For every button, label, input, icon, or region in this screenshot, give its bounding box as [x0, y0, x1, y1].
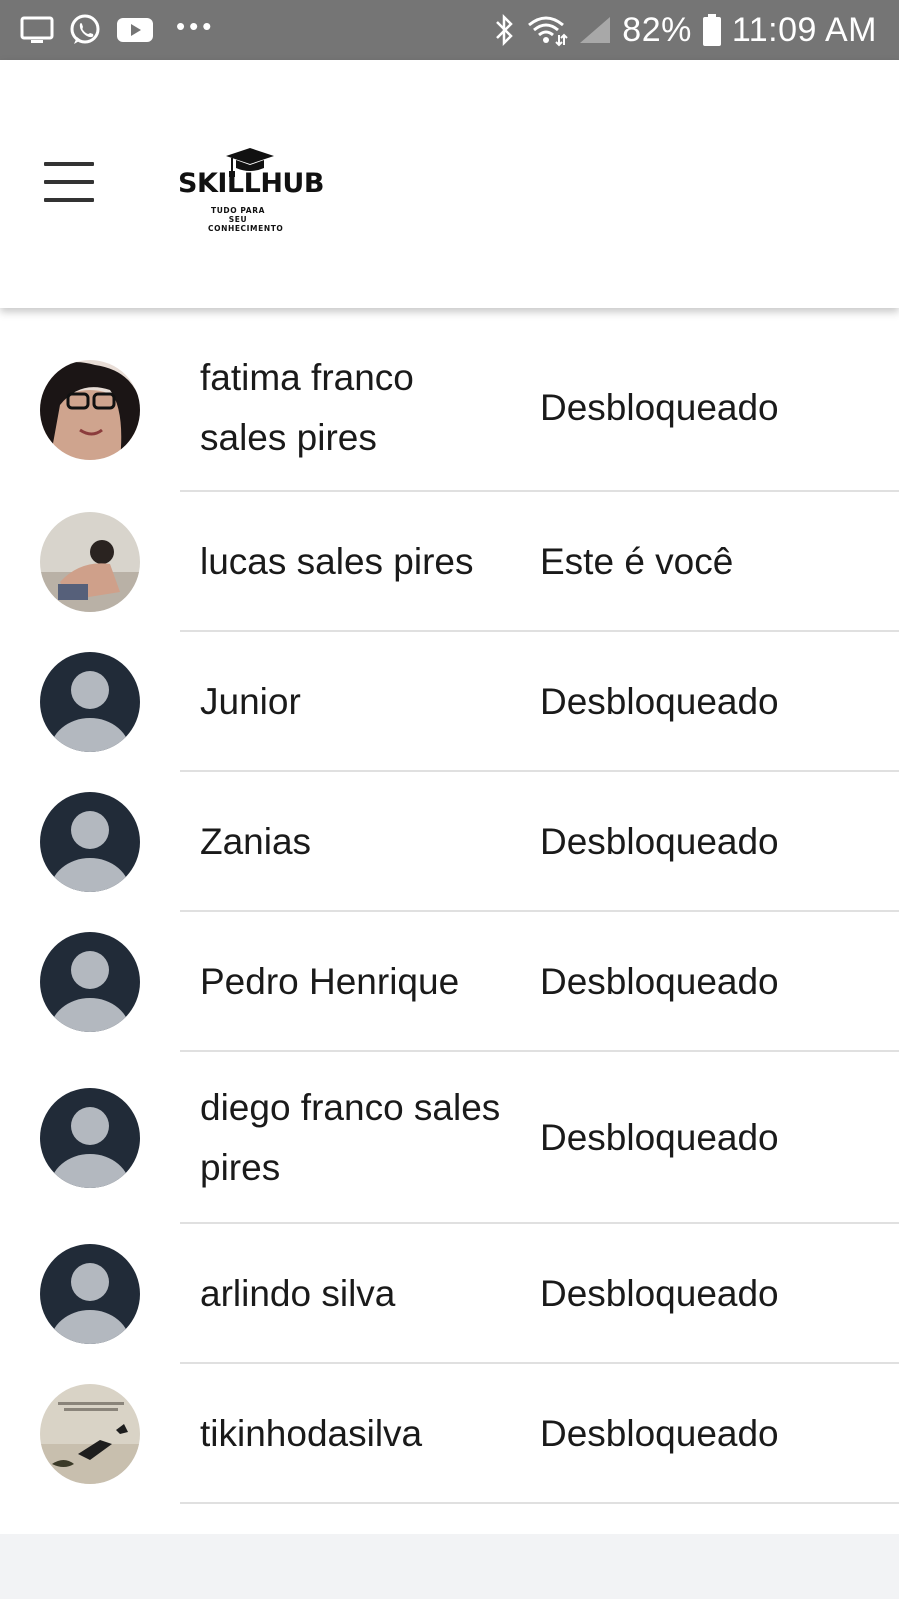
app-header: SKILLHUB TUDO PARA SEU CONHECIMENTO [0, 60, 899, 308]
avatar [40, 1384, 140, 1484]
member-status: Desbloqueado [540, 1413, 779, 1454]
more-dots-icon: ••• [176, 10, 216, 41]
member-name: tikinhodasilva [200, 1413, 423, 1454]
list-item[interactable]: Junior Desbloqueado [0, 632, 899, 772]
member-name: lucas sales pires [200, 541, 474, 582]
member-name: arlindo silva [200, 1273, 396, 1314]
list-item[interactable]: Zanias Desbloqueado [0, 772, 899, 912]
battery-icon [702, 13, 722, 47]
list-item[interactable]: tikinhodasilva Desbloqueado [0, 1364, 899, 1504]
wifi-icon [526, 13, 569, 47]
member-name: Junior [200, 681, 301, 722]
member-status: Desbloqueado [540, 681, 779, 722]
avatar [40, 360, 140, 460]
list-item[interactable]: lucas sales pires Este é você [0, 492, 899, 632]
whatsapp-icon [68, 13, 102, 47]
logo-tagline: TUDO PARA SEU CONHECIMENTO [208, 206, 284, 233]
member-status: Desbloqueado [540, 1273, 779, 1314]
clock: 11:09 AM [731, 10, 877, 49]
member-status: Desbloqueado [540, 387, 779, 428]
hamburger-menu-icon[interactable] [44, 162, 94, 202]
youtube-icon [116, 16, 154, 44]
status-bar: ••• 82% 11:09 AM [0, 0, 899, 60]
member-status: Desbloqueado [540, 961, 779, 1002]
list-item[interactable]: diego franco sales pires Desbloqueado [0, 1052, 899, 1224]
list-item[interactable]: Pedro Henrique Desbloqueado [0, 912, 899, 1052]
member-name: Zanias [200, 821, 312, 862]
battery-percent: 82% [622, 10, 692, 49]
list-item[interactable]: fatima franco sales pires Desbloqueado [0, 308, 899, 492]
member-status: Desbloqueado [540, 1117, 779, 1158]
default-avatar-icon [40, 1244, 140, 1344]
default-avatar-icon [40, 792, 140, 892]
avatar [40, 512, 140, 612]
screen-cast-icon [20, 15, 54, 45]
member-name: fatima franco sales pires [200, 357, 414, 458]
default-avatar-icon [40, 932, 140, 1032]
member-name: Pedro Henrique [200, 961, 460, 1002]
list-item[interactable]: arlindo silva Desbloqueado [0, 1224, 899, 1364]
signal-icon [578, 15, 612, 45]
default-avatar-icon [40, 652, 140, 752]
member-status: Desbloqueado [540, 821, 779, 862]
logo-wordmark: SKILLHUB [178, 168, 324, 199]
member-name: diego franco sales pires [200, 1087, 501, 1188]
member-list: fatima franco sales pires Desbloqueado l… [0, 308, 899, 1534]
member-status: Este é você [540, 541, 734, 582]
divider [180, 1502, 899, 1504]
default-avatar-icon [40, 1088, 140, 1188]
bluetooth-icon [494, 13, 516, 47]
skillhub-logo[interactable]: SKILLHUB TUDO PARA SEU CONHECIMENTO [178, 146, 330, 233]
